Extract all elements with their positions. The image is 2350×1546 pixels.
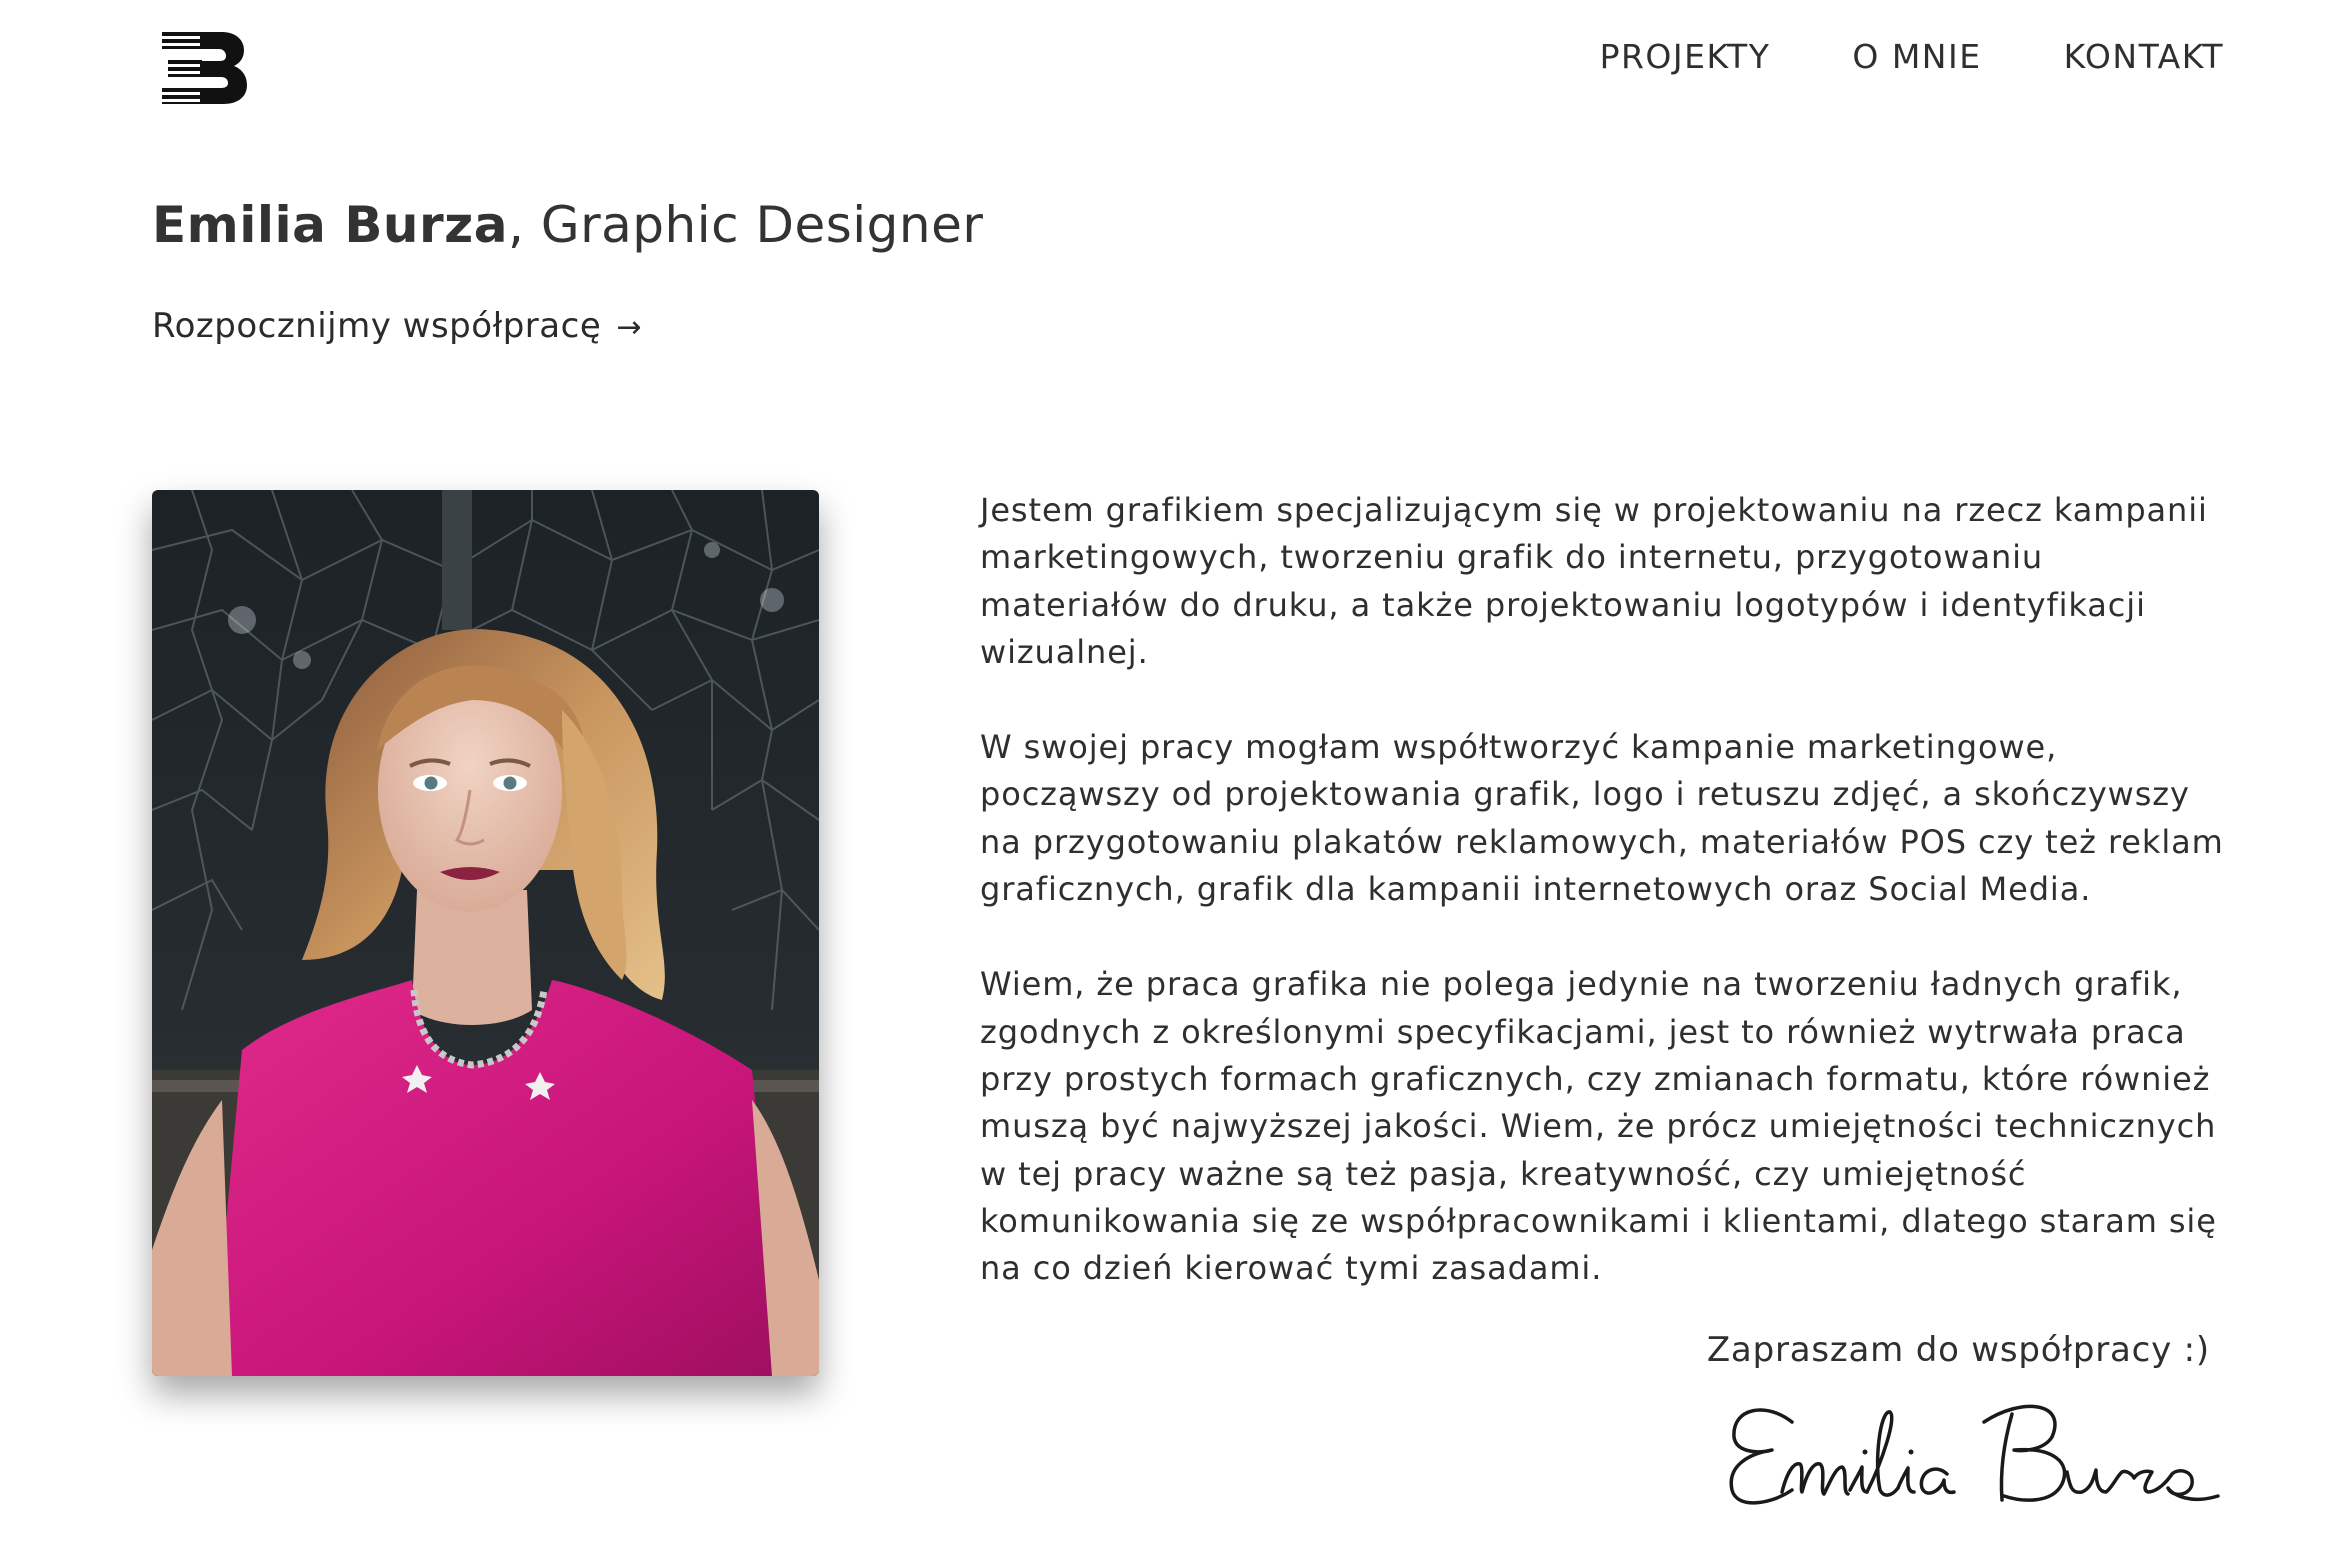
portrait-photo — [152, 490, 819, 1376]
bio-section: Jestem grafikiem specjalizującym się w p… — [980, 487, 2225, 1340]
main-nav: PROJEKTY O MNIE KONTAKT — [1600, 34, 2224, 80]
signature-image — [1729, 1404, 2220, 1505]
eb-logo-icon[interactable] — [160, 30, 248, 106]
arrow-right-icon: → — [616, 310, 643, 345]
designer-role: , Graphic Designer — [508, 196, 984, 254]
start-cooperation-link[interactable]: Rozpocznijmy współpracę → — [152, 306, 642, 346]
bio-paragraph-1: Jestem grafikiem specjalizującym się w p… — [980, 491, 2208, 671]
nav-projekty[interactable]: PROJEKTY — [1600, 34, 1771, 80]
invitation-text: Zapraszam do współpracy :) — [1706, 1330, 2210, 1370]
cta-label: Rozpocznijmy współpracę — [152, 306, 602, 346]
bio-paragraph-2: W swojej pracy mogłam współtworzyć kampa… — [980, 728, 2224, 909]
nav-o-mnie[interactable]: O MNIE — [1852, 34, 1981, 80]
nav-kontakt[interactable]: KONTAKT — [2064, 34, 2224, 80]
designer-name: Emilia Burza — [152, 196, 509, 254]
page-title: Emilia Burza, Graphic Designer — [152, 196, 983, 254]
bio-paragraph-3: Wiem, że praca grafika nie polega jedyni… — [980, 965, 2217, 1288]
